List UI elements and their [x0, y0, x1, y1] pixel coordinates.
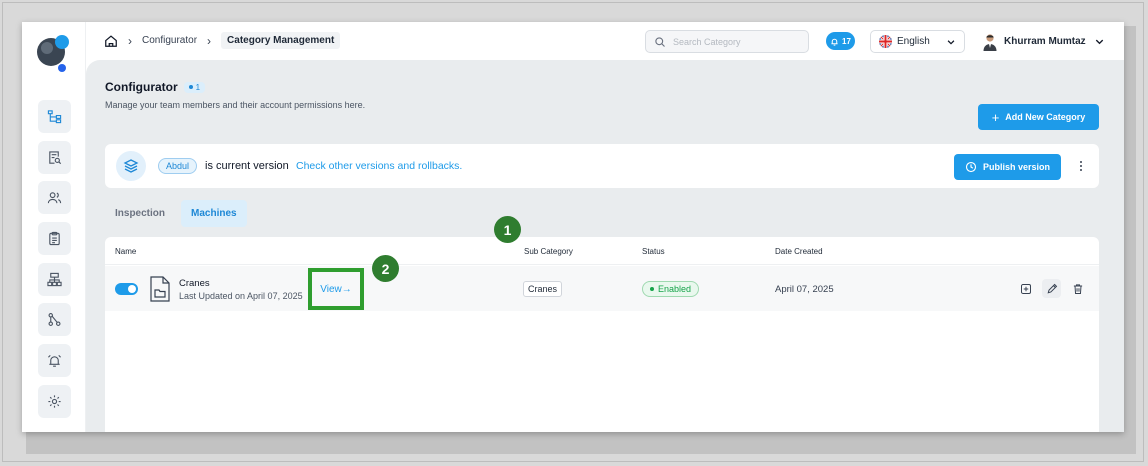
version-card: Abdul is current version Check other ver… — [105, 144, 1099, 188]
trash-icon — [1073, 283, 1082, 294]
clipboard-icon — [49, 231, 60, 246]
avatar — [983, 33, 997, 51]
breadcrumb-category-management: Category Management — [221, 32, 341, 49]
versions-rollbacks-link[interactable]: Check other versions and rollbacks. — [296, 160, 462, 172]
callout-2: 2 — [372, 255, 399, 282]
document-search-icon — [49, 151, 62, 165]
tab-machines[interactable]: Machines — [181, 200, 247, 227]
count-badge: 1 — [183, 81, 206, 93]
breadcrumb-configurator[interactable]: Configurator — [142, 35, 197, 46]
more-options-icon[interactable] — [1073, 158, 1089, 174]
chevron-down-icon — [1095, 39, 1103, 45]
enabled-toggle[interactable] — [115, 283, 138, 295]
table-row: Cranes Last Updated on April 07, 2025 Vi… — [105, 266, 1099, 311]
chevron-right-icon: › — [128, 33, 132, 48]
page-title-text: Configurator — [105, 80, 178, 94]
frame-shadow — [26, 432, 1136, 454]
notification-count: 17 — [842, 36, 851, 46]
sidebar-item-branch[interactable] — [38, 303, 71, 336]
page-title: Configurator 1 — [105, 80, 206, 94]
row-date-created: April 07, 2025 — [775, 284, 834, 295]
sitemap-icon — [47, 272, 62, 287]
top-bar: › Configurator › Category Management 17 … — [86, 22, 1124, 60]
chevron-down-icon — [947, 39, 955, 45]
column-header-date-created: Date Created — [775, 247, 823, 256]
tab-inspection[interactable]: Inspection — [105, 200, 175, 227]
sidebar-item-hierarchy[interactable] — [38, 100, 71, 133]
gear-icon — [48, 395, 61, 408]
arrow-right-icon: → — [341, 283, 352, 295]
column-header-sub-category: Sub Category — [524, 247, 573, 256]
delete-button[interactable] — [1068, 279, 1087, 298]
search-icon — [655, 36, 665, 47]
chevron-right-icon: › — [207, 33, 212, 48]
sidebar-item-document-search[interactable] — [38, 141, 71, 174]
add-subcategory-button[interactable] — [1016, 279, 1035, 298]
branch-icon — [48, 313, 61, 326]
status-badge: Enabled — [642, 281, 700, 297]
edit-button[interactable] — [1042, 279, 1061, 298]
categories-table: Name Sub Category Status Date Created Cr… — [105, 237, 1099, 432]
notifications-button[interactable]: 17 — [826, 32, 855, 50]
breadcrumb: › Configurator › Category Management — [104, 32, 341, 49]
sub-category-tag: Cranes — [523, 281, 563, 297]
plus-icon: + — [991, 109, 1000, 125]
version-tag: Abdul — [158, 158, 198, 174]
language-select[interactable]: English — [870, 30, 965, 53]
user-name: Khurram Mumtaz — [1004, 36, 1086, 47]
sidebar-item-settings[interactable] — [38, 385, 71, 418]
bell-icon — [831, 38, 838, 46]
status-label: Enabled — [658, 284, 692, 294]
folder-file-icon — [150, 276, 170, 302]
users-icon — [47, 192, 62, 204]
frame-shadow — [1124, 26, 1136, 454]
count-badge-value: 1 — [195, 82, 201, 92]
add-new-category-button[interactable]: + Add New Category — [978, 104, 1099, 130]
view-label: View — [320, 283, 342, 295]
sidebar-item-clipboard[interactable] — [38, 222, 71, 255]
user-menu[interactable]: Khurram Mumtaz — [982, 30, 1105, 53]
view-button[interactable]: View → — [308, 268, 364, 310]
clock-icon — [965, 161, 977, 173]
add-new-category-label: Add New Category — [1005, 112, 1086, 122]
callout-1: 1 — [494, 216, 521, 243]
page-subtitle: Manage your team members and their accou… — [105, 100, 366, 110]
sidebar-item-sitemap[interactable] — [38, 263, 71, 296]
search-input[interactable] — [673, 36, 803, 47]
main-content: Configurator 1 Manage your team members … — [86, 60, 1124, 432]
row-name: Cranes — [179, 278, 210, 289]
search-box[interactable] — [645, 30, 809, 53]
table-header: Name Sub Category Status Date Created — [105, 237, 1099, 265]
uk-flag-icon — [879, 35, 892, 48]
layers-icon — [116, 151, 146, 181]
version-text: is current version — [205, 160, 289, 172]
hierarchy-icon — [47, 110, 62, 124]
publish-version-button[interactable]: Publish version — [954, 154, 1061, 180]
column-header-name: Name — [115, 247, 137, 256]
tabs: Inspection Machines — [105, 200, 247, 227]
alarm-icon — [48, 354, 61, 367]
publish-version-label: Publish version — [982, 162, 1051, 172]
plus-square-icon — [1020, 283, 1031, 294]
home-icon[interactable] — [104, 34, 118, 48]
app-window: › Configurator › Category Management 17 … — [22, 22, 1124, 432]
language-label: English — [897, 36, 930, 47]
sidebar-item-users[interactable] — [38, 181, 71, 214]
sidebar-item-alarm[interactable] — [38, 344, 71, 377]
pencil-icon — [1047, 283, 1057, 293]
row-updated: Last Updated on April 07, 2025 — [179, 291, 303, 301]
app-logo[interactable] — [34, 32, 74, 76]
column-header-status: Status — [642, 247, 665, 256]
sidebar — [22, 22, 86, 432]
